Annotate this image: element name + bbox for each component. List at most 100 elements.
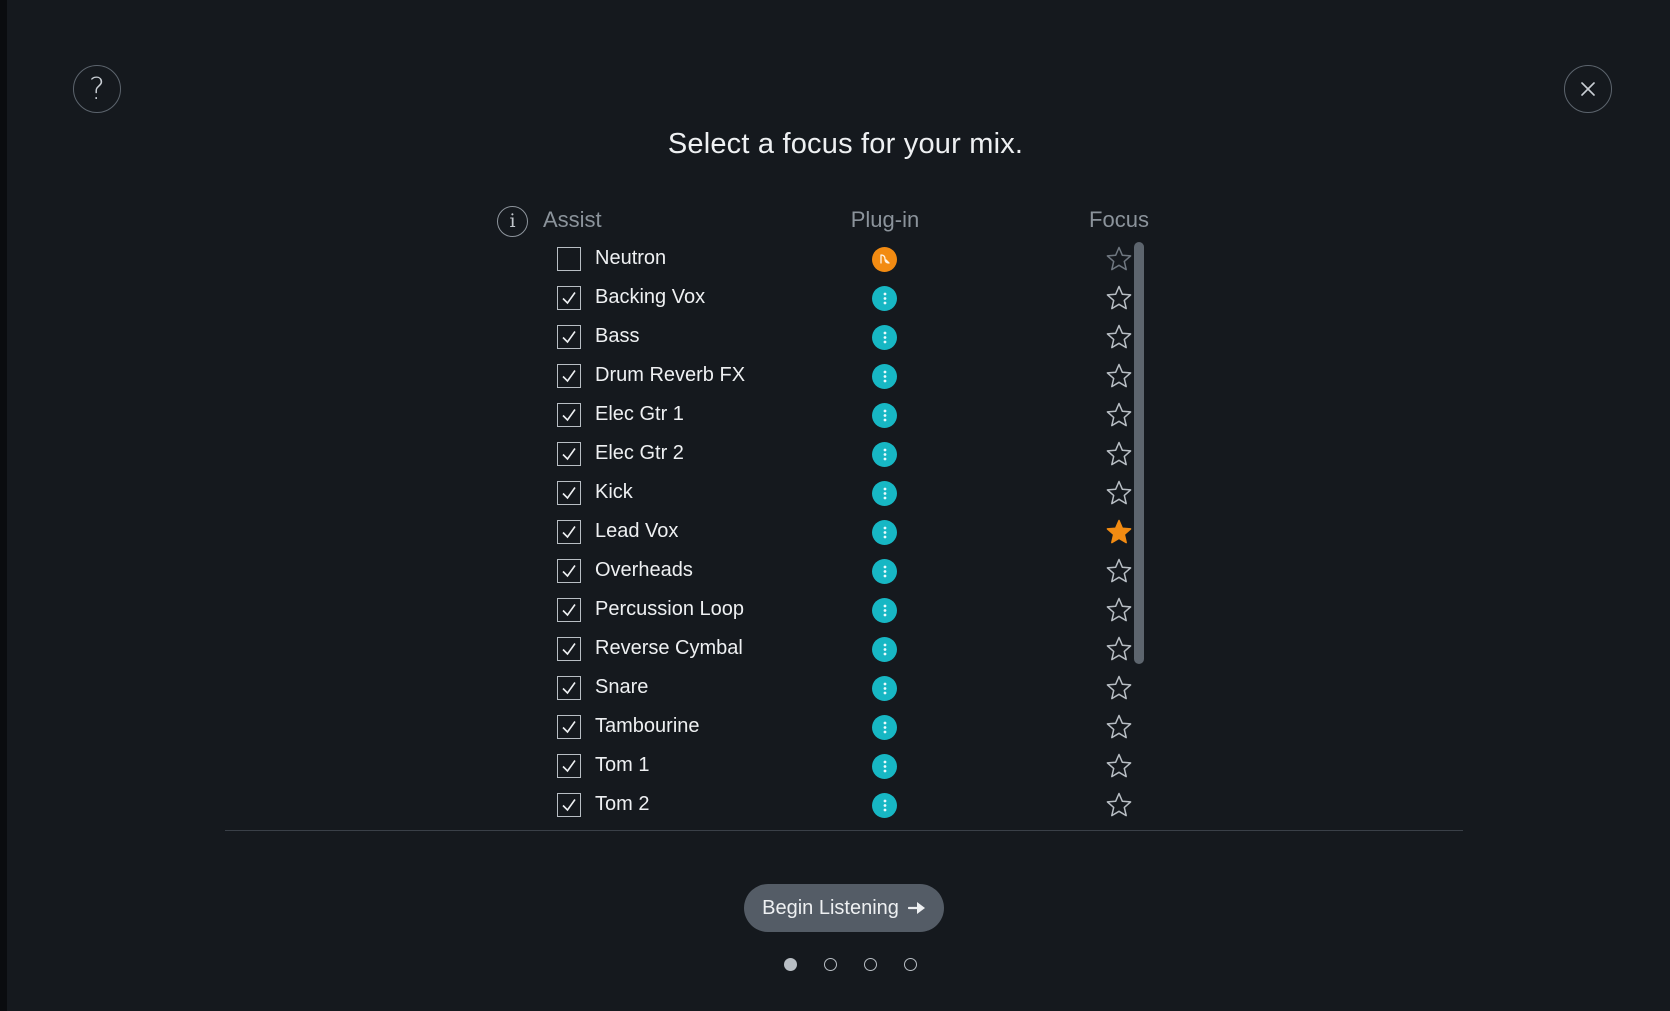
star-outline-icon[interactable] [1106,558,1132,584]
assist-checkbox[interactable] [557,793,581,817]
column-header-plugin: Plug-in [850,207,920,232]
begin-listening-button[interactable]: Begin Listening [744,884,944,932]
assist-checkbox[interactable] [557,325,581,349]
checkmark-icon [562,721,576,734]
page-dot[interactable] [784,958,797,971]
vertical-dots-icon [883,331,886,344]
track-row: Elec Gtr 2 [7,435,1670,474]
vertical-dots-icon [883,799,886,812]
track-row: Drum Reverb FX [7,357,1670,396]
assistant-dialog: ? Select a focus for your mix. i Assist … [7,0,1670,1011]
assist-checkbox[interactable] [557,598,581,622]
checkmark-icon [562,487,576,500]
info-glyph: i [509,210,516,232]
relay-plugin-icon[interactable] [872,598,897,623]
page-title: Select a focus for your mix. [667,128,1024,160]
track-list-scrollbar[interactable] [1134,242,1144,664]
divider [225,830,1463,831]
assist-checkbox[interactable] [557,403,581,427]
assist-checkbox[interactable] [557,559,581,583]
relay-plugin-icon[interactable] [872,559,897,584]
vertical-dots-icon [883,682,886,695]
star-outline-icon[interactable] [1106,402,1132,428]
begin-listening-label: Begin Listening [762,896,899,919]
track-name: Lead Vox [595,520,679,542]
track-name: Neutron [595,247,667,269]
star-outline-icon[interactable] [1106,675,1132,701]
track-name: Tom 2 [595,793,650,815]
assist-checkbox[interactable] [557,481,581,505]
relay-plugin-icon[interactable] [872,325,897,350]
assist-checkbox[interactable] [557,442,581,466]
relay-plugin-icon[interactable] [872,442,897,467]
assist-checkbox[interactable] [557,637,581,661]
assist-checkbox[interactable] [557,520,581,544]
vertical-dots-icon [883,487,886,500]
star-outline-icon[interactable] [1106,441,1132,467]
checkmark-icon [562,526,576,539]
track-row: Backing Vox [7,279,1670,318]
column-header-assist: Assist [543,207,602,232]
star-outline-icon[interactable] [1106,792,1132,818]
column-header-focus: Focus [1089,207,1149,232]
close-button[interactable] [1564,65,1612,113]
assist-checkbox[interactable] [557,676,581,700]
vertical-dots-icon [883,760,886,773]
assist-checkbox[interactable] [557,754,581,778]
track-name: Bass [595,325,640,347]
track-row: Reverse Cymbal [7,630,1670,669]
star-outline-icon[interactable] [1106,324,1132,350]
vertical-dots-icon [883,643,886,656]
star-outline-icon[interactable] [1106,480,1132,506]
star-outline-icon[interactable] [1106,363,1132,389]
checkmark-icon [562,331,576,344]
neutron-plugin-icon[interactable] [872,247,897,272]
assist-checkbox[interactable] [557,715,581,739]
star-outline-icon[interactable] [1106,636,1132,662]
star-filled-icon[interactable] [1106,519,1132,545]
checkmark-icon [562,604,576,617]
track-name: Kick [595,481,633,503]
track-name: Tom 1 [595,754,650,776]
assist-checkbox[interactable] [557,247,581,271]
relay-plugin-icon[interactable] [872,676,897,701]
track-row: Lead Vox [7,513,1670,552]
relay-plugin-icon[interactable] [872,364,897,389]
star-outline-icon[interactable] [1106,753,1132,779]
relay-plugin-icon[interactable] [872,520,897,545]
relay-plugin-icon[interactable] [872,715,897,740]
relay-plugin-icon[interactable] [872,637,897,662]
relay-plugin-icon[interactable] [872,793,897,818]
star-outline-icon[interactable] [1106,714,1132,740]
track-name: Elec Gtr 1 [595,403,684,425]
relay-plugin-icon[interactable] [872,286,897,311]
question-mark-icon: ? [89,72,105,107]
vertical-dots-icon [883,409,886,422]
page-dot[interactable] [824,958,837,971]
help-button[interactable]: ? [73,65,121,113]
relay-plugin-icon[interactable] [872,481,897,506]
neutron-logo-icon [880,254,890,264]
track-name: Tambourine [595,715,700,737]
assist-checkbox[interactable] [557,364,581,388]
track-row: Snare [7,669,1670,708]
relay-plugin-icon[interactable] [872,754,897,779]
track-row: Overheads [7,552,1670,591]
vertical-dots-icon [883,604,886,617]
page-dot[interactable] [904,958,917,971]
star-outline-icon[interactable] [1106,597,1132,623]
relay-plugin-icon[interactable] [872,403,897,428]
vertical-dots-icon [883,292,886,305]
star-outline-icon[interactable] [1106,285,1132,311]
checkmark-icon [562,682,576,695]
checkmark-icon [562,760,576,773]
close-x-icon [1581,82,1595,96]
info-icon[interactable]: i [497,206,528,237]
checkmark-icon [562,292,576,305]
track-row: Tom 1 [7,747,1670,786]
star-outline-icon[interactable] [1106,246,1132,272]
track-row: Neutron [7,240,1670,279]
page-dot[interactable] [864,958,877,971]
checkmark-icon [562,448,576,461]
assist-checkbox[interactable] [557,286,581,310]
